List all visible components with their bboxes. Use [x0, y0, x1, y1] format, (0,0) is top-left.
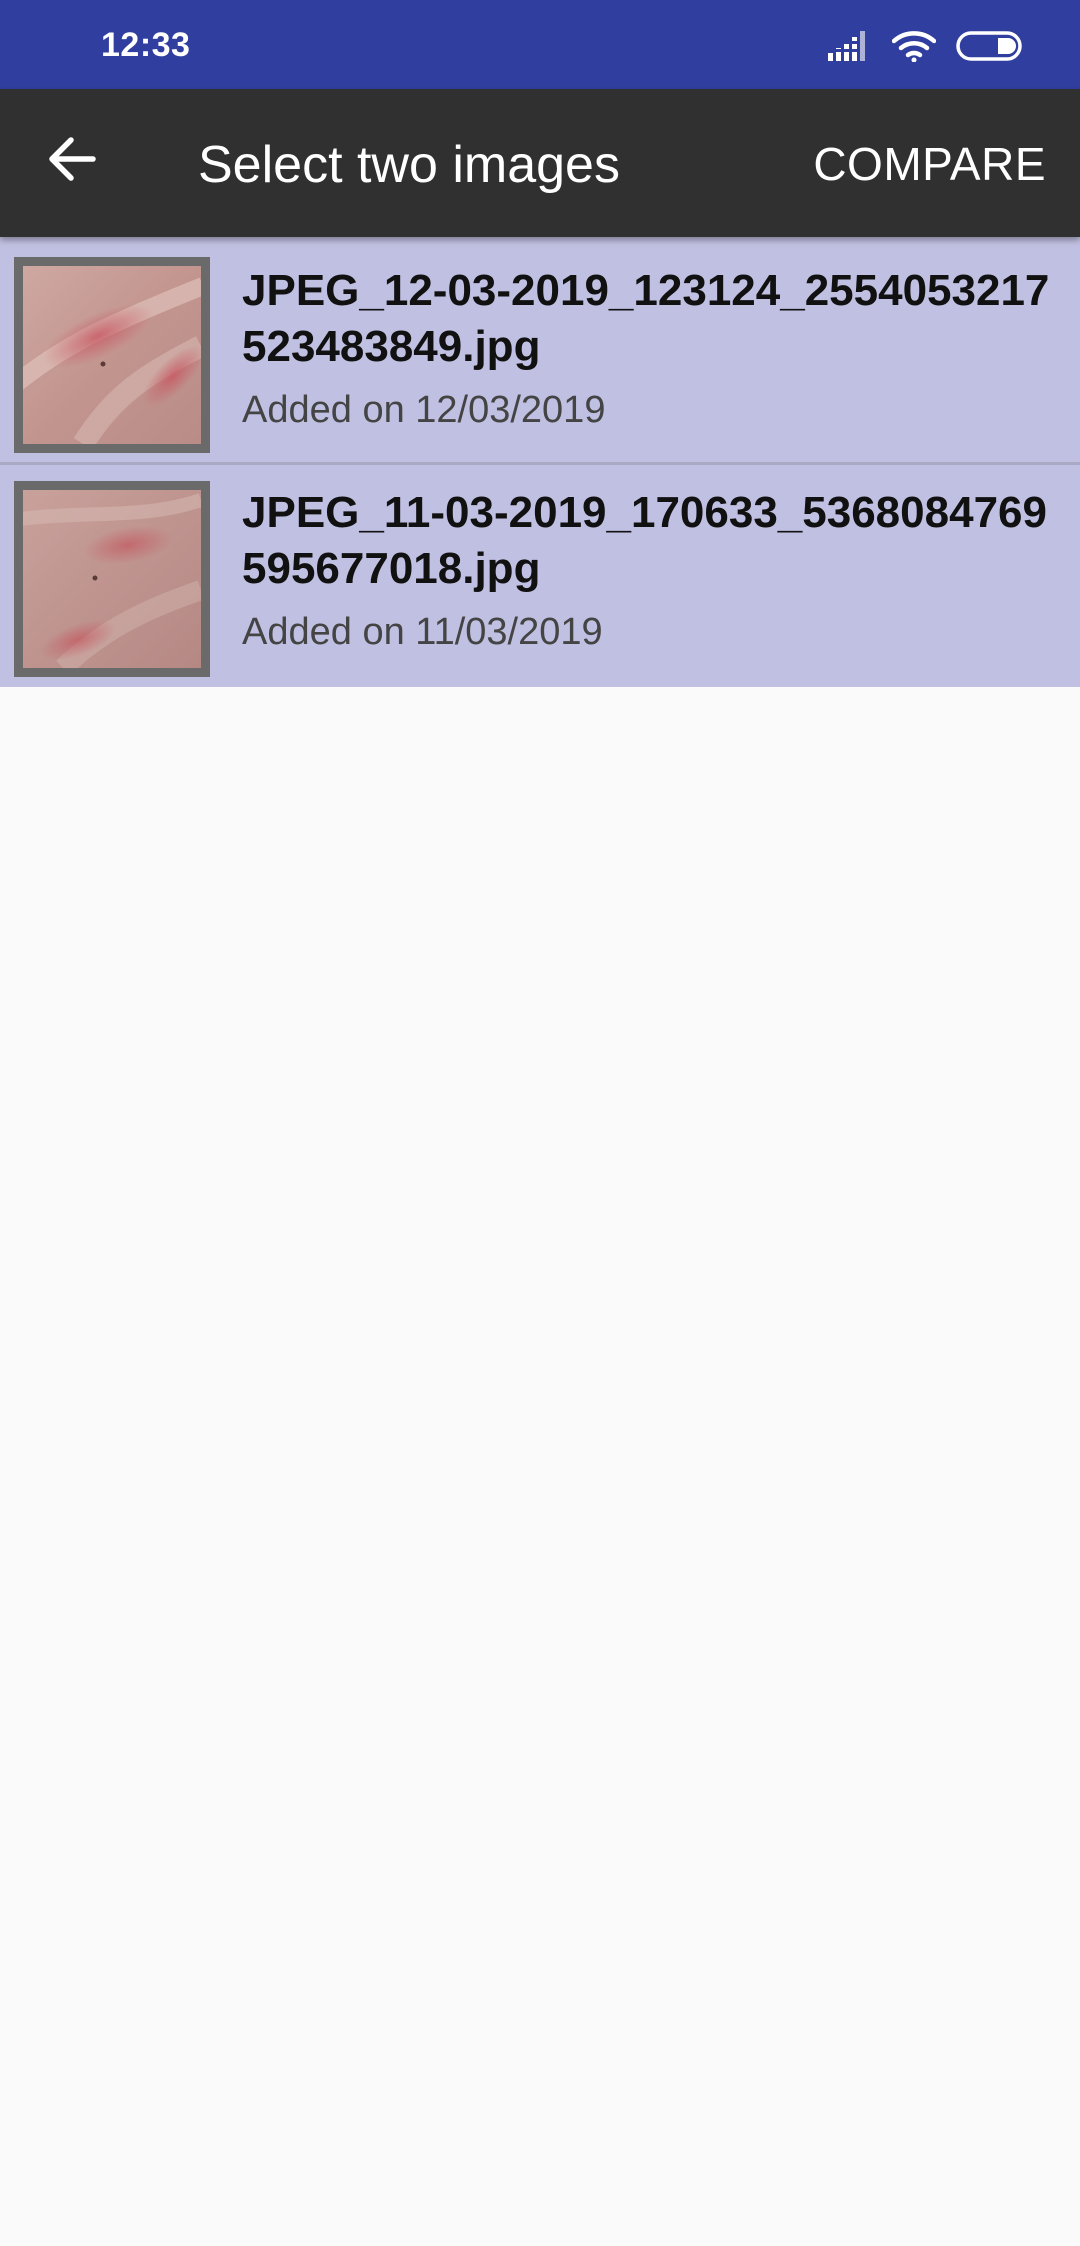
image-thumbnail — [14, 257, 210, 453]
wifi-icon — [891, 30, 937, 67]
status-time: 12:33 — [101, 26, 191, 64]
back-button[interactable] — [34, 123, 110, 199]
page-title: Select two images — [198, 136, 620, 194]
signal-icon — [828, 30, 872, 66]
image-list: JPEG_12-03-2019_123124_25540532175234838… — [0, 237, 1080, 687]
app-bar: Select two images COMPARE — [0, 89, 1080, 237]
arrow-left-icon — [47, 136, 97, 187]
status-icons — [828, 28, 1024, 68]
list-item[interactable]: JPEG_11-03-2019_170633_53680847695956770… — [0, 462, 1080, 687]
image-filename: JPEG_12-03-2019_123124_25540532175234838… — [242, 266, 1050, 371]
image-added-date: Added on 12/03/2019 — [242, 389, 606, 431]
image-added-date: Added on 11/03/2019 — [242, 611, 603, 653]
image-thumbnail — [14, 481, 210, 677]
compare-button[interactable]: COMPARE — [813, 135, 1046, 193]
status-bar: 12:33 — [0, 0, 1080, 89]
image-filename: JPEG_11-03-2019_170633_53680847695956770… — [242, 488, 1047, 593]
battery-icon — [956, 30, 1024, 67]
list-item[interactable]: JPEG_12-03-2019_123124_25540532175234838… — [0, 237, 1080, 462]
